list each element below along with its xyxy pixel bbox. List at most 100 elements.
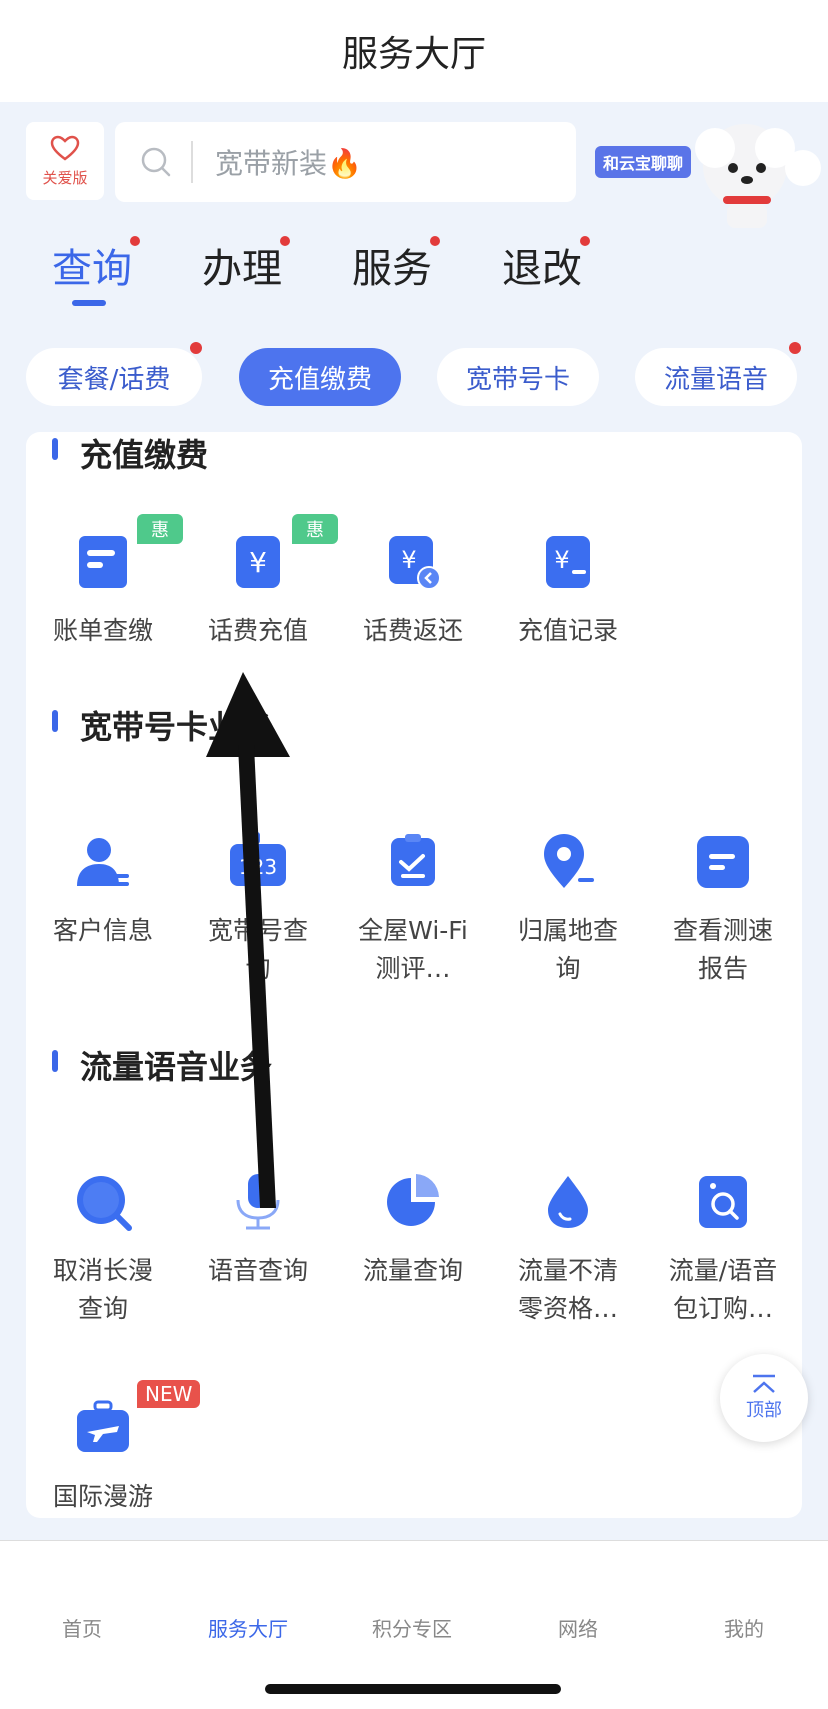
- chip-broadband[interactable]: 宽带号卡: [437, 348, 599, 406]
- wifi-check-icon: [391, 834, 435, 886]
- back-to-top-label: 顶部: [746, 1400, 782, 1421]
- svg-text:123: 123: [239, 855, 277, 879]
- tab-service-hall[interactable]: 服务大厅: [188, 1613, 308, 1642]
- section-title-text: 宽带号卡业务: [80, 708, 273, 746]
- item-cancel-roaming[interactable]: 取消长漫查询: [28, 1172, 178, 1328]
- hui-badge: 惠: [292, 514, 338, 544]
- item-label: 话费充值: [207, 616, 308, 645]
- item-label: 流量查询: [362, 1256, 463, 1285]
- tab-service[interactable]: 服务: [352, 236, 440, 294]
- tab-refund[interactable]: 退改: [502, 236, 590, 294]
- pie-chart-icon: [387, 1174, 439, 1226]
- item-package-order[interactable]: 流量/语音包订购…: [648, 1172, 798, 1328]
- yuan-record-icon: ¥: [546, 536, 590, 588]
- yuan-refund-icon: ¥: [389, 536, 441, 590]
- item-location-query[interactable]: 归属地查询: [493, 832, 643, 988]
- yuan-recharge-icon: ¥: [236, 536, 280, 588]
- red-dot: [190, 342, 202, 354]
- tab-label: 办理: [202, 246, 282, 292]
- chat-bot-tag: 和云宝聊聊: [595, 146, 692, 178]
- red-dot: [280, 236, 290, 246]
- title-accent-bar: [52, 710, 58, 732]
- item-label: 账单查缴: [52, 616, 153, 645]
- chip-label: 流量语音: [663, 364, 768, 395]
- red-dot: [130, 236, 140, 246]
- item-wifi-check[interactable]: 全屋Wi-Fi测评…: [338, 832, 488, 988]
- top-header: 服务大厅: [0, 0, 828, 102]
- svg-text:¥: ¥: [249, 546, 267, 579]
- chip-traffic-voice[interactable]: 流量语音: [635, 342, 801, 406]
- red-dot: [789, 342, 801, 354]
- search-divider: [191, 141, 193, 183]
- chevron-up-icon: [753, 1374, 775, 1393]
- item-label: 流量/语音包订购…: [668, 1256, 778, 1323]
- new-badge: NEW: [137, 1380, 201, 1408]
- search-box[interactable]: 宽带新装🔥: [115, 122, 576, 202]
- tab-points[interactable]: 积分专区: [352, 1613, 472, 1642]
- item-label: 宽带号查询: [207, 916, 308, 983]
- chip-label: 套餐/话费: [57, 364, 171, 395]
- tab-label: 退改: [502, 246, 582, 292]
- location-icon: [544, 834, 594, 888]
- tab-mine[interactable]: 我的: [684, 1613, 804, 1642]
- tab-network[interactable]: 网络: [518, 1613, 638, 1642]
- item-label: 归属地查询: [517, 916, 618, 983]
- chip-package-fee[interactable]: 套餐/话费: [26, 342, 202, 406]
- item-broadband-query[interactable]: 123 宽带号查询: [183, 832, 333, 988]
- hui-badge: 惠: [137, 514, 183, 544]
- section-title: 宽带号卡业务: [52, 702, 272, 748]
- section-title: 流量语音业务: [52, 1042, 272, 1088]
- item-label: 充值记录: [517, 616, 618, 645]
- search-bubble-icon: [77, 1176, 132, 1231]
- item-customer-info[interactable]: 客户信息: [28, 832, 178, 950]
- chip-label: 充值缴费: [267, 364, 372, 395]
- item-traffic-query[interactable]: 流量查询: [338, 1172, 488, 1290]
- care-mode-button[interactable]: 关爱版: [26, 122, 104, 200]
- heart-icon: [50, 135, 80, 161]
- category-tabs: 查询 办理 服务 退改: [52, 236, 652, 306]
- home-indicator: [265, 1684, 561, 1694]
- red-dot: [580, 236, 590, 246]
- title-accent-bar: [52, 1050, 58, 1072]
- sub-category-chips: 套餐/话费 充值缴费 宽带号卡 流量语音: [26, 342, 806, 408]
- item-bill[interactable]: 惠 账单查缴: [28, 514, 183, 650]
- chip-recharge[interactable]: 充值缴费: [239, 348, 401, 406]
- item-label: 取消长漫查询: [52, 1256, 153, 1323]
- water-drop-icon: [548, 1176, 588, 1228]
- title-accent-bar: [52, 438, 58, 460]
- bill-icon: [79, 536, 127, 588]
- number-card-icon: 123: [230, 832, 286, 886]
- report-icon: [697, 836, 749, 888]
- section-title-text: 充值缴费: [80, 436, 209, 474]
- chat-bot-entry[interactable]: 和云宝聊聊: [593, 118, 825, 230]
- item-recharge[interactable]: ¥ 惠 话费充值: [183, 514, 338, 650]
- item-label: 国际漫游: [52, 1482, 153, 1511]
- service-card: 充值缴费 惠 账单查缴 ¥ 惠 话费充值 ¥ 话费返还 ¥ 充值记录 宽带号卡业…: [26, 432, 802, 1518]
- item-international-roaming[interactable]: NEW 国际漫游: [28, 1380, 201, 1516]
- item-label: 客户信息: [52, 916, 153, 945]
- chip-label: 宽带号卡: [465, 364, 570, 395]
- item-no-reset-qualification[interactable]: 流量不清零资格…: [493, 1172, 643, 1328]
- search-icon: [141, 147, 171, 177]
- item-label: 语音查询: [207, 1256, 308, 1285]
- luggage-plane-icon: [77, 1400, 129, 1452]
- item-voice-query[interactable]: 语音查询: [183, 1172, 333, 1290]
- tab-query[interactable]: 查询: [52, 236, 140, 306]
- search-placeholder: 宽带新装🔥: [215, 147, 362, 180]
- tab-home[interactable]: 首页: [22, 1613, 142, 1642]
- tab-handle[interactable]: 办理: [202, 236, 290, 294]
- item-refund[interactable]: ¥ 话费返还: [338, 532, 488, 650]
- svg-text:¥: ¥: [554, 546, 569, 574]
- item-record[interactable]: ¥ 充值记录: [493, 532, 643, 650]
- mascot-icon: [695, 124, 821, 228]
- tab-label: 查询: [52, 246, 132, 292]
- item-label: 话费返还: [362, 616, 463, 645]
- item-label: 查看测速报告: [672, 916, 773, 983]
- microphone-icon: [236, 1174, 280, 1230]
- item-label: 流量不清零资格…: [517, 1256, 618, 1323]
- back-to-top-button[interactable]: 顶部: [720, 1354, 808, 1442]
- item-label: 全屋Wi-Fi测评…: [358, 916, 468, 983]
- page-title: 服务大厅: [341, 34, 486, 75]
- care-mode-label: 关爱版: [42, 168, 88, 187]
- item-speed-report[interactable]: 查看测速报告: [648, 832, 798, 988]
